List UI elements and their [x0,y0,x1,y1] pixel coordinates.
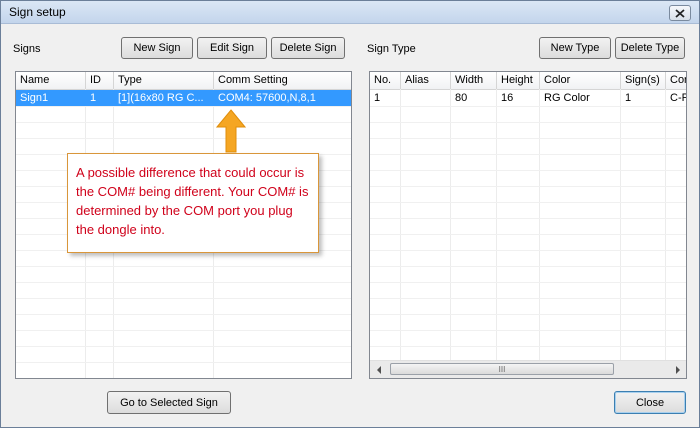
column-header-alias[interactable]: Alias [401,72,451,89]
column-header-color[interactable]: Color [540,72,621,89]
cell-id: 1 [90,92,97,104]
close-icon [675,8,685,18]
column-header-height[interactable]: Height [497,72,540,89]
go-to-selected-sign-button[interactable]: Go to Selected Sign [107,391,231,414]
cell-alias [401,90,451,106]
close-button[interactable]: Close [614,391,686,414]
signs-label: Signs [13,43,41,55]
scroll-grip-icon: III [498,364,506,374]
sign-type-table-header: No. Alias Width Height Color Sign(s) Cor [370,72,686,90]
sign-setup-window: Sign setup Signs New Sign Edit Sign Dele… [0,0,700,428]
scroll-left-button[interactable] [370,361,387,378]
cell-type: [1](16x80 RG C... [118,92,204,104]
new-type-button[interactable]: New Type [539,37,611,59]
column-header-cor[interactable]: Cor [666,72,686,89]
new-sign-button[interactable]: New Sign [121,37,193,59]
cell-width: 80 [455,92,468,104]
column-header-comm-setting[interactable]: Comm Setting [214,72,351,89]
cell-color: RG Color [544,92,590,104]
arrow-right-icon [675,365,680,374]
column-header-signs[interactable]: Sign(s) [621,72,666,89]
signs-table-header: Name ID Type Comm Setting [16,72,351,90]
column-header-id[interactable]: ID [86,72,114,89]
cell-signs: 1 [625,92,632,104]
cell-cor: C-P [670,92,686,104]
edit-sign-button[interactable]: Edit Sign [197,37,267,59]
callout-arrow-icon [216,109,246,153]
column-header-width[interactable]: Width [451,72,497,89]
delete-sign-button[interactable]: Delete Sign [271,37,345,59]
delete-type-button[interactable]: Delete Type [615,37,685,59]
column-header-name[interactable]: Name [16,72,86,89]
cell-height: 16 [501,92,514,104]
table-row[interactable]: Sign1 1 [1](16x80 RG C... COM4: 57600,N,… [16,90,351,106]
callout-text: A possible difference that could occur i… [76,165,309,237]
cell-name: Sign1 [20,92,49,104]
close-window-button[interactable] [669,5,691,21]
scroll-right-button[interactable] [669,361,686,378]
column-header-no[interactable]: No. [370,72,401,89]
arrow-left-icon [376,365,381,374]
scroll-thumb[interactable]: III [390,363,614,375]
title-bar: Sign setup [1,1,699,24]
sign-type-label: Sign Type [367,43,416,55]
cell-no: 1 [374,92,381,104]
horizontal-scrollbar[interactable]: III [370,360,686,378]
cell-comm-setting: COM4: 57600,N,8,1 [218,92,316,104]
table-row[interactable]: 1 80 16 RG Color 1 C-P [370,90,686,106]
sign-type-table[interactable]: No. Alias Width Height Color Sign(s) Cor [369,71,687,379]
annotation-callout: A possible difference that could occur i… [67,153,319,253]
window-title: Sign setup [9,5,66,19]
column-header-type[interactable]: Type [114,72,214,89]
